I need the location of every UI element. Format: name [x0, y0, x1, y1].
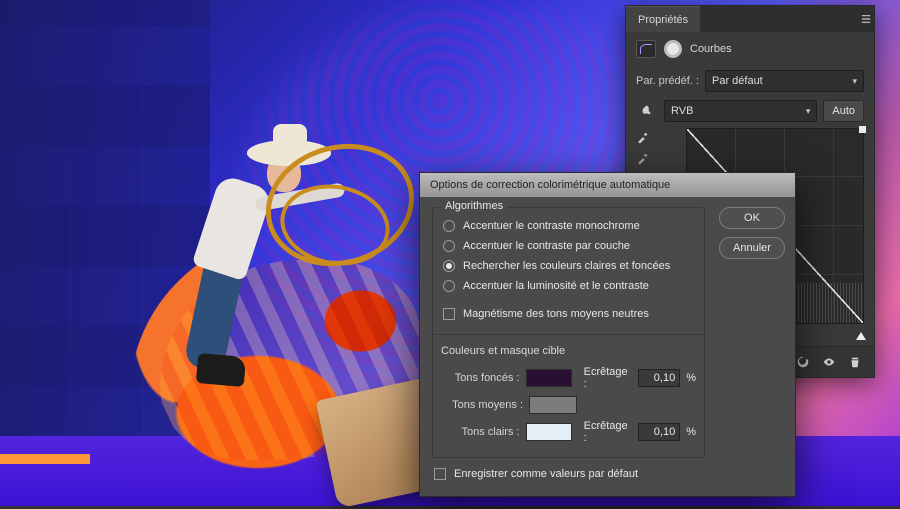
curves-icon: [636, 40, 656, 58]
dialog-title[interactable]: Options de correction colorimétrique aut…: [420, 173, 795, 197]
shadows-swatch[interactable]: [526, 369, 572, 387]
highlights-row: Tons clairs : Ecrêtage : 0,10 %: [441, 417, 696, 447]
clip-label: Ecrêtage :: [584, 366, 632, 390]
radio-label: Accentuer la luminosité et le contraste: [463, 280, 649, 292]
adjustment-label: Courbes: [690, 43, 732, 55]
checkbox-icon: [434, 468, 446, 480]
auto-button[interactable]: Auto: [823, 100, 864, 122]
trash-icon[interactable]: [844, 353, 866, 371]
preset-value: Par défaut: [712, 75, 763, 87]
ok-button[interactable]: OK: [719, 207, 785, 229]
algorithms-legend: Algorithmes: [441, 200, 507, 212]
adjustment-header: Courbes: [626, 32, 874, 66]
radio-monochrome[interactable]: Accentuer le contraste monochrome: [441, 216, 696, 236]
shadows-clip-field[interactable]: 0,10: [638, 369, 681, 387]
algorithms-group: Algorithmes Accentuer le contraste monoc…: [432, 207, 705, 458]
layer-mask-icon[interactable]: [664, 40, 682, 58]
dialog-buttons: OK Annuler: [719, 207, 785, 259]
checkbox-label: Magnétisme des tons moyens neutres: [463, 308, 649, 320]
targets-legend: Couleurs et masque cible: [441, 345, 696, 357]
curve-point-highlight[interactable]: [859, 126, 866, 133]
radio-light-dark[interactable]: Rechercher les couleurs claires et foncé…: [441, 256, 696, 276]
cancel-button[interactable]: Annuler: [719, 237, 785, 259]
eyedropper-black-icon[interactable]: [636, 130, 652, 146]
panel-menu-icon[interactable]: [858, 6, 874, 32]
clip-label: Ecrêtage :: [584, 420, 632, 444]
midtones-label: Tons moyens :: [441, 399, 523, 411]
auto-color-dialog: Options de correction colorimétrique aut…: [419, 172, 796, 497]
percent: %: [686, 372, 696, 384]
shadows-row: Tons foncés : Ecrêtage : 0,10 %: [441, 363, 696, 393]
shadows-label: Tons foncés :: [441, 372, 520, 384]
highlights-swatch[interactable]: [526, 423, 572, 441]
radio-per-channel[interactable]: Accentuer le contraste par couche: [441, 236, 696, 256]
chevron-down-icon: ▾: [852, 76, 857, 87]
radio-brightness-contrast[interactable]: Accentuer la luminosité et le contraste: [441, 276, 696, 296]
visibility-icon[interactable]: [818, 353, 840, 371]
checkbox-save-defaults[interactable]: Enregistrer comme valeurs par défaut: [432, 458, 705, 484]
chevron-down-icon: ▾: [806, 106, 811, 117]
midtones-swatch[interactable]: [529, 396, 577, 414]
radio-icon: [443, 240, 455, 252]
radio-label: Rechercher les couleurs claires et foncé…: [463, 260, 670, 272]
radio-icon: [443, 260, 455, 272]
preset-label: Par. prédéf. :: [636, 75, 699, 87]
highlights-label: Tons clairs :: [441, 426, 520, 438]
channel-row: RVB ▾ Auto: [626, 96, 874, 126]
radio-icon: [443, 280, 455, 292]
divider: [433, 334, 704, 335]
panel-tabbar: Propriétés: [626, 6, 874, 32]
highlights-clip-field[interactable]: 0,10: [638, 423, 681, 441]
percent: %: [686, 426, 696, 438]
preset-select[interactable]: Par défaut ▾: [705, 70, 864, 92]
slider-white-point[interactable]: [856, 332, 866, 340]
channel-select[interactable]: RVB ▾: [664, 100, 817, 122]
midtones-row: Tons moyens :: [441, 393, 696, 417]
checkbox-snap-neutral[interactable]: Magnétisme des tons moyens neutres: [441, 304, 696, 324]
eyedropper-gray-icon[interactable]: [636, 151, 652, 167]
channel-value: RVB: [671, 105, 693, 117]
preset-row: Par. prédéf. : Par défaut ▾: [626, 66, 874, 96]
checkbox-icon: [443, 308, 455, 320]
radio-label: Accentuer le contraste monochrome: [463, 220, 640, 232]
tab-properties[interactable]: Propriétés: [626, 6, 700, 32]
radio-label: Accentuer le contraste par couche: [463, 240, 630, 252]
targeted-adjust-icon[interactable]: [636, 101, 658, 121]
radio-icon: [443, 220, 455, 232]
checkbox-label: Enregistrer comme valeurs par défaut: [454, 468, 638, 480]
bg-cone: [0, 454, 90, 464]
